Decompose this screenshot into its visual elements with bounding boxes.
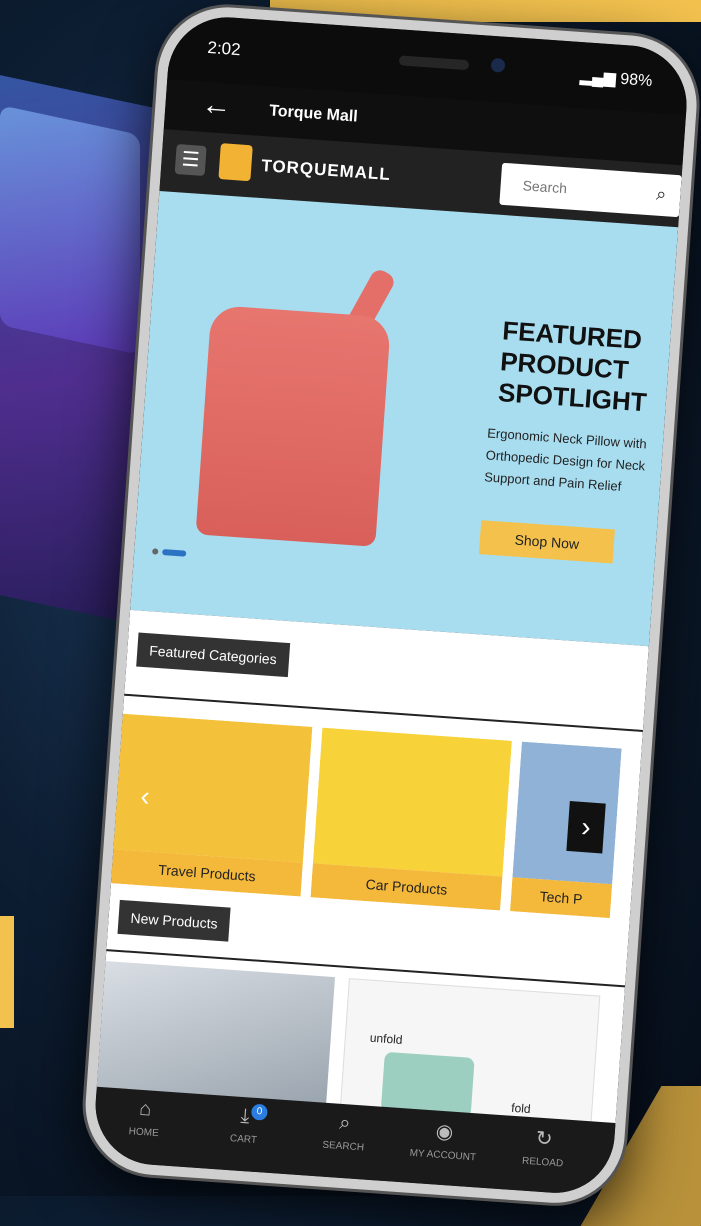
product-caption-fold: fold xyxy=(510,1100,532,1117)
nav-cart[interactable]: ⤓ 0 CART xyxy=(193,1102,296,1149)
carousel-dot-active[interactable] xyxy=(162,549,187,557)
front-camera xyxy=(490,57,506,73)
account-icon: ◉ xyxy=(434,1120,454,1144)
nav-reload[interactable]: ↻ RELOAD xyxy=(492,1123,595,1172)
featured-categories-label: Featured Categories xyxy=(136,632,290,678)
reload-icon: ↻ xyxy=(535,1127,554,1151)
product-card[interactable]: unfold fold xyxy=(339,978,601,1128)
battery-level: 98% xyxy=(619,70,653,91)
chevron-right-icon[interactable]: › xyxy=(566,801,606,854)
category-image xyxy=(512,741,622,885)
banner-title: FEATURED PRODUCT SPOTLIGHT xyxy=(497,315,652,418)
logo-text: TORQUEMALL xyxy=(260,156,392,185)
search-icon[interactable]: ⌕ xyxy=(656,184,667,206)
signal-icon: ▂▄▆ xyxy=(579,68,621,88)
category-image xyxy=(312,727,512,877)
nav-label: SEARCH xyxy=(322,1139,365,1154)
nav-label: MY ACCOUNT xyxy=(409,1147,477,1164)
logo-bag-icon xyxy=(218,143,253,182)
carousel-dots xyxy=(152,541,191,562)
category-card[interactable]: Car Products xyxy=(310,727,512,911)
product-caption-unfold: unfold xyxy=(369,1030,403,1047)
hamburger-menu-icon[interactable]: ☰ xyxy=(174,144,207,177)
phone-mockup: 2:02 ▂▄▆ 98% ← Torque Mall ☰ TORQUEMALL … xyxy=(0,0,701,1222)
back-arrow-icon[interactable]: ← xyxy=(200,88,232,124)
nav-home[interactable]: ⌂ HOME xyxy=(93,1095,196,1142)
nav-label: CART xyxy=(229,1133,258,1147)
banner-subtitle: Ergonomic Neck Pillow with Orthopedic De… xyxy=(483,425,648,494)
featured-product-image xyxy=(195,304,392,547)
new-products-label: New Products xyxy=(117,899,231,942)
search-icon: ⌕ xyxy=(338,1111,352,1135)
phone-screen: 2:02 ▂▄▆ 98% ← Torque Mall ☰ TORQUEMALL … xyxy=(80,2,701,1208)
speaker-notch xyxy=(398,55,470,71)
content-area: Featured Categories Travel Products Car … xyxy=(96,609,649,1128)
search-input[interactable] xyxy=(519,164,646,215)
carousel-dot[interactable] xyxy=(152,548,159,555)
category-label: Tech P xyxy=(510,877,613,919)
nav-label: HOME xyxy=(128,1126,160,1140)
cart-icon: ⤓ xyxy=(239,1104,251,1128)
search-box[interactable]: ⌕ xyxy=(499,162,682,218)
nav-search[interactable]: ⌕ SEARCH xyxy=(293,1109,396,1156)
app-title: Torque Mall xyxy=(268,102,359,126)
home-icon: ⌂ xyxy=(138,1097,153,1121)
nav-my-account[interactable]: ◉ MY ACCOUNT xyxy=(393,1116,496,1165)
chevron-left-icon[interactable]: ‹ xyxy=(125,770,164,822)
status-time: 2:02 xyxy=(206,37,242,60)
product-card[interactable] xyxy=(96,961,336,1107)
category-card[interactable]: Tech P xyxy=(510,741,622,919)
nav-label: RELOAD xyxy=(521,1155,564,1170)
hero-banner[interactable]: FEATURED PRODUCT SPOTLIGHT Ergonomic Nec… xyxy=(130,190,679,647)
shop-now-button[interactable]: Shop Now xyxy=(478,520,615,564)
status-right: ▂▄▆ 98% xyxy=(579,66,653,91)
